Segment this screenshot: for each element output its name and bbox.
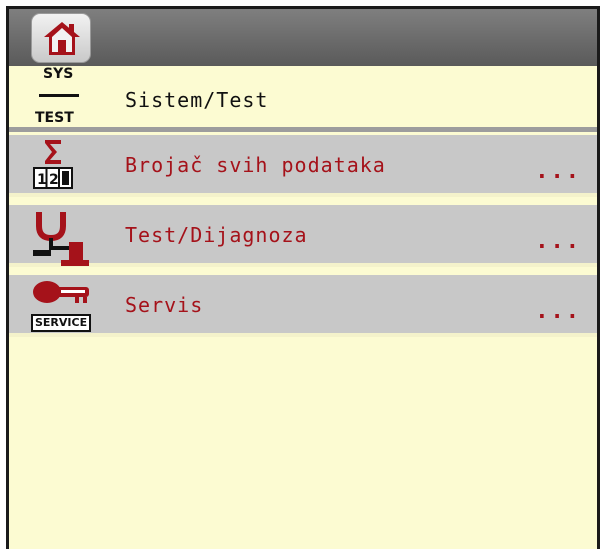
diagnosis-stethoscope-icon [31, 208, 95, 266]
sys-test-icon: SYS TEST [33, 66, 97, 130]
menu-item-label: Servis [125, 293, 204, 317]
more-indicator: ... [535, 159, 581, 184]
svg-text:1: 1 [37, 172, 47, 188]
sys-test-icon-bottom: TEST [35, 110, 74, 126]
service-icon-text: SERVICE [31, 314, 92, 332]
more-indicator: ... [535, 299, 581, 324]
menu-item-label: Brojač svih podataka [125, 153, 386, 177]
menu-item-data-counter[interactable]: 1 2 Brojač svih podataka ... [9, 135, 597, 197]
svg-text:2: 2 [49, 172, 59, 188]
sys-test-icon-divider [39, 94, 79, 97]
more-indicator: ... [535, 229, 581, 254]
terminal-screen: SYS TEST Sistem/Test 1 2 Brojač svih pod… [6, 6, 600, 549]
page-title: Sistem/Test [125, 88, 269, 112]
home-button[interactable] [31, 13, 91, 63]
home-icon [44, 22, 80, 55]
service-key-icon: SERVICE [31, 278, 95, 336]
menu-header-system-test: SYS TEST Sistem/Test [9, 66, 597, 132]
menu-item-test-diagnosis[interactable]: Test/Dijagnoza ... [9, 205, 597, 267]
sys-test-icon-top: SYS [43, 66, 74, 82]
menu-item-label: Test/Dijagnoza [125, 223, 308, 247]
counter-sigma-icon: 1 2 [31, 138, 95, 196]
top-bar [9, 9, 597, 66]
menu-item-service[interactable]: SERVICE Servis ... [9, 275, 597, 337]
